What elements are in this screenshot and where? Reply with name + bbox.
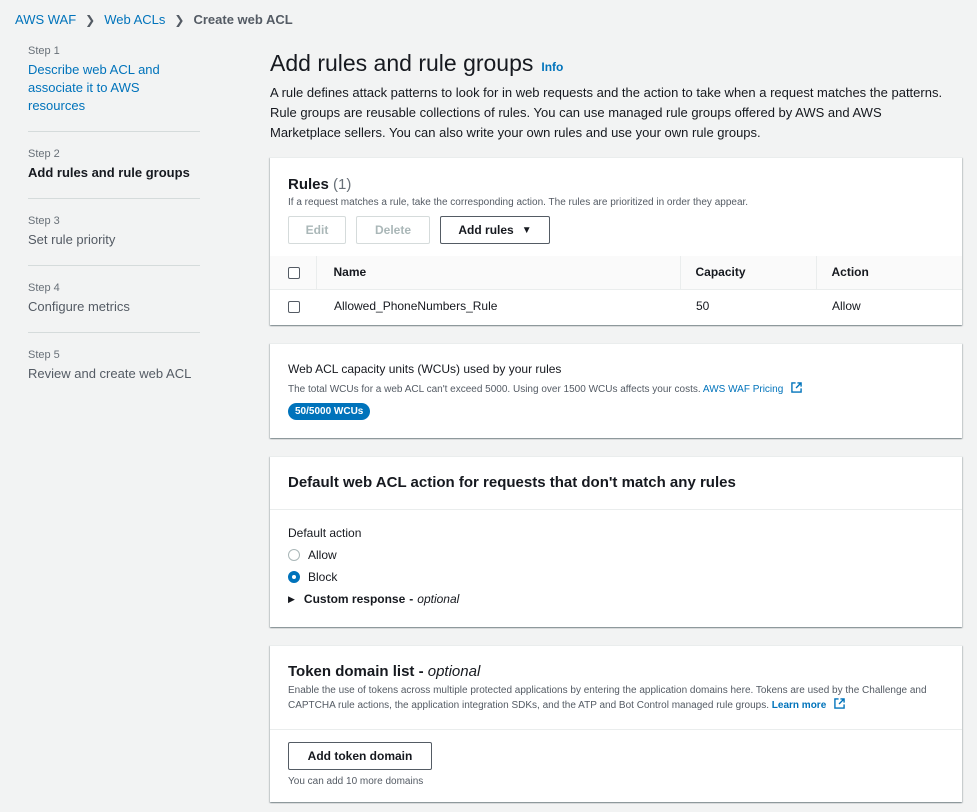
token-hint: You can add 10 more domains bbox=[288, 776, 424, 787]
row-select-cell bbox=[270, 289, 316, 322]
default-action-label: Default action bbox=[288, 526, 362, 540]
step-1-link[interactable]: Describe web ACL and associate it to AWS… bbox=[28, 61, 200, 115]
learn-more-text: Learn more bbox=[771, 700, 827, 711]
table-row[interactable]: Allowed_PhoneNumbers_Rule 50 Allow bbox=[270, 289, 962, 322]
token-optional: optional bbox=[427, 663, 481, 680]
wcu-panel: Web ACL capacity units (WCUs) used by yo… bbox=[270, 343, 962, 438]
breadcrumb: AWS WAF ❯ Web ACLs ❯ Create web ACL bbox=[15, 12, 293, 27]
aws-waf-pricing-text: AWS WAF Pricing bbox=[702, 384, 784, 395]
rules-title-text: Rules bbox=[288, 176, 329, 193]
step-2-title: Add rules and rule groups bbox=[28, 165, 190, 180]
token-domain-panel: Token domain list - optional Enable the … bbox=[270, 645, 962, 802]
wcu-description-text: The total WCUs for a web ACL can't excee… bbox=[288, 384, 701, 395]
default-action-title: Default web ACL action for requests that… bbox=[288, 474, 736, 491]
default-action-panel: Default web ACL action for requests that… bbox=[270, 456, 962, 627]
radio-allow[interactable] bbox=[288, 549, 300, 561]
rule-name: Allowed_PhoneNumbers_Rule bbox=[334, 298, 498, 313]
select-all-checkbox[interactable] bbox=[288, 267, 300, 280]
radio-block-label: Block bbox=[308, 570, 338, 584]
column-action[interactable]: Action bbox=[815, 256, 962, 290]
main-content: Add rules and rule groups Info A rule de… bbox=[270, 50, 962, 143]
row-checkbox[interactable] bbox=[288, 300, 300, 313]
step-3-title: Set rule priority bbox=[28, 232, 116, 247]
rules-table: Name Capacity Action Allowed_PhoneNumber… bbox=[270, 256, 962, 322]
token-title-dash: - bbox=[418, 663, 428, 680]
info-link[interactable]: Info bbox=[541, 60, 563, 74]
add-rules-button[interactable]: Add rules ▼ bbox=[440, 216, 550, 244]
wcu-badge: 50/5000 WCUs bbox=[288, 403, 371, 420]
add-rules-label: Add rules bbox=[458, 223, 514, 237]
page-title: Add rules and rule groups Info bbox=[270, 50, 962, 77]
breadcrumb-link-web-acls[interactable]: Web ACLs bbox=[104, 12, 165, 27]
edit-button[interactable]: Edit bbox=[288, 216, 346, 244]
rules-panel: Rules (1) If a request matches a rule, t… bbox=[270, 157, 962, 325]
radio-option-allow[interactable]: Allow bbox=[288, 544, 944, 566]
add-token-domain-button[interactable]: Add token domain bbox=[288, 742, 432, 770]
radio-allow-label: Allow bbox=[308, 548, 337, 562]
step-number: Step 5 bbox=[28, 349, 60, 361]
select-all-cell bbox=[270, 256, 316, 290]
step-number: Step 4 bbox=[28, 282, 60, 294]
rule-capacity: 50 bbox=[696, 298, 710, 313]
caret-right-icon: ▶ bbox=[288, 593, 295, 604]
custom-response-label: Custom response bbox=[303, 592, 406, 606]
step-2: Step 2 Add rules and rule groups bbox=[28, 148, 200, 199]
radio-block[interactable] bbox=[288, 571, 300, 583]
learn-more-link[interactable]: Learn more bbox=[771, 698, 845, 711]
rules-subtitle: If a request matches a rule, take the co… bbox=[288, 197, 749, 208]
external-link-icon bbox=[834, 698, 845, 709]
step-number: Step 1 bbox=[28, 45, 60, 57]
rule-action: Allow bbox=[832, 298, 861, 313]
step-4-title: Configure metrics bbox=[28, 299, 130, 314]
aws-waf-pricing-link[interactable]: AWS WAF Pricing bbox=[702, 382, 802, 395]
step-number: Step 3 bbox=[28, 215, 60, 227]
custom-response-expander[interactable]: ▶ Custom response - optional bbox=[288, 588, 944, 610]
radio-option-block[interactable]: Block bbox=[288, 566, 944, 588]
wcu-title: Web ACL capacity units (WCUs) used by yo… bbox=[288, 362, 562, 376]
wizard-steps: Step 1 Describe web ACL and associate it… bbox=[28, 45, 200, 415]
external-link-icon bbox=[791, 382, 802, 393]
page-description: A rule defines attack patterns to look f… bbox=[270, 85, 943, 140]
rules-count: (1) bbox=[333, 176, 352, 193]
wcu-description: The total WCUs for a web ACL can't excee… bbox=[288, 382, 944, 395]
delete-button[interactable]: Delete bbox=[356, 216, 430, 244]
token-description: Enable the use of tokens across multiple… bbox=[288, 684, 948, 713]
step-number: Step 2 bbox=[28, 148, 60, 160]
chevron-right-icon: ❯ bbox=[85, 12, 96, 27]
token-title-text: Token domain list bbox=[288, 663, 415, 680]
step-5-title: Review and create web ACL bbox=[28, 366, 192, 381]
custom-response-dash: - bbox=[409, 592, 414, 606]
chevron-right-icon: ❯ bbox=[174, 12, 185, 27]
step-1: Step 1 Describe web ACL and associate it… bbox=[28, 45, 200, 132]
column-capacity[interactable]: Capacity bbox=[679, 256, 816, 290]
step-5: Step 5 Review and create web ACL bbox=[28, 349, 200, 399]
caret-down-icon: ▼ bbox=[521, 224, 532, 236]
rules-title: Rules (1) bbox=[288, 176, 944, 193]
breadcrumb-current: Create web ACL bbox=[193, 12, 293, 27]
breadcrumb-link-aws-waf[interactable]: AWS WAF bbox=[15, 12, 76, 27]
page-title-text: Add rules and rule groups bbox=[270, 50, 534, 76]
step-3: Step 3 Set rule priority bbox=[28, 215, 200, 266]
custom-response-optional: optional bbox=[417, 592, 460, 606]
step-4: Step 4 Configure metrics bbox=[28, 282, 200, 333]
column-name[interactable]: Name bbox=[315, 256, 680, 290]
token-title: Token domain list - optional bbox=[288, 663, 944, 680]
table-header-row: Name Capacity Action bbox=[270, 256, 962, 290]
